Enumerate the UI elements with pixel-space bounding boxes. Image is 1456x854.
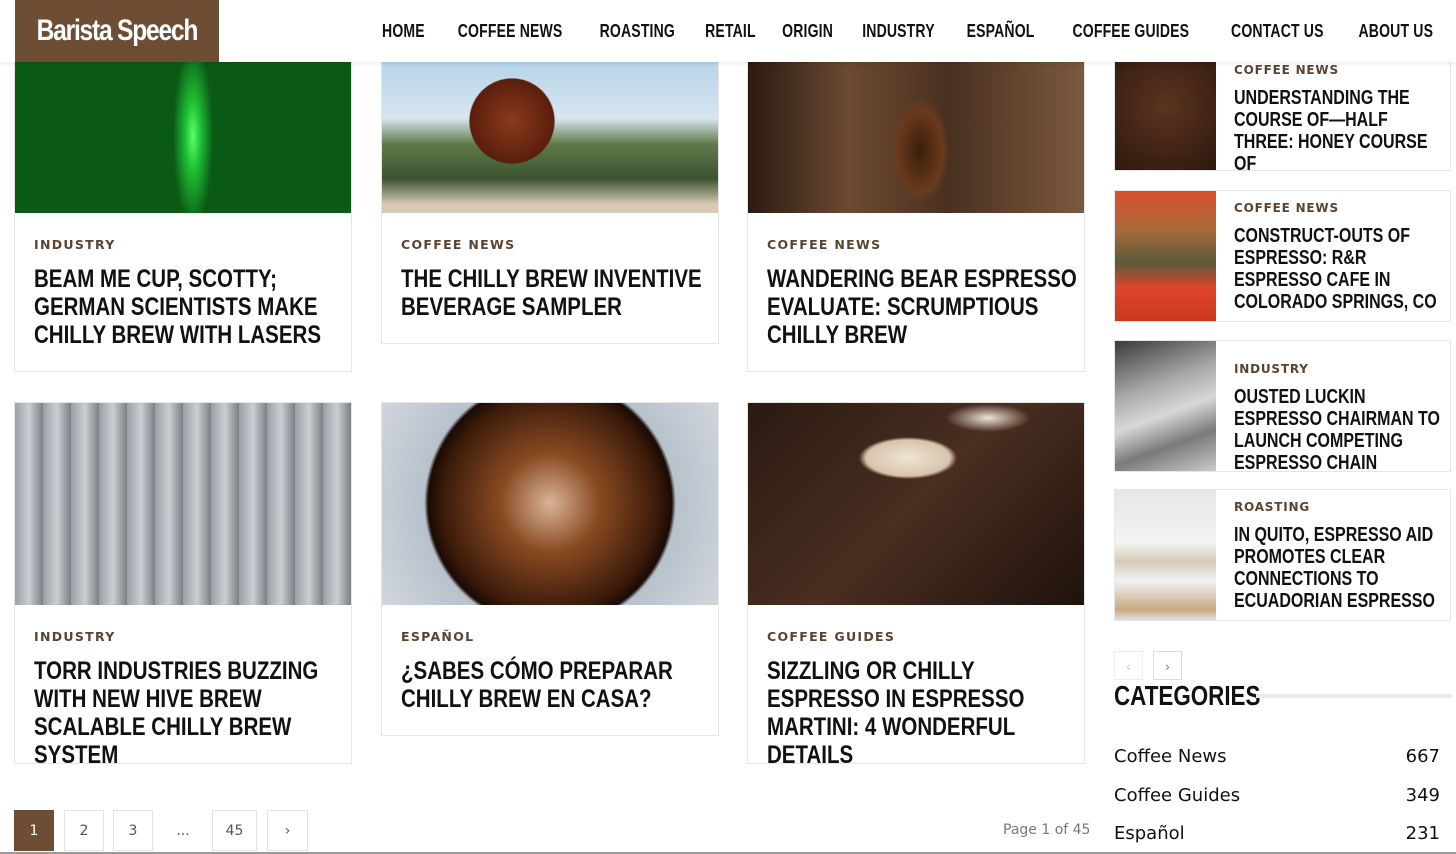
- sidebar-article-category[interactable]: COFFEE NEWS: [1234, 63, 1339, 77]
- sidebar-article-thumb[interactable]: [1115, 341, 1216, 471]
- nav-roasting[interactable]: ROASTING: [591, 21, 685, 42]
- nav-about-us[interactable]: ABOUT US: [1350, 21, 1443, 42]
- site-logo[interactable]: Barista Speech: [15, 0, 219, 62]
- article-title[interactable]: TORR INDUSTRIES BUZZING WITH NEW HIVE BR…: [34, 657, 354, 769]
- article-card[interactable]: INDUSTRY TORR INDUSTRIES BUZZING WITH NE…: [14, 402, 352, 769]
- article-image[interactable]: [382, 41, 718, 213]
- article-title[interactable]: BEAM ME CUP, SCOTTY; GERMAN SCIENTISTS M…: [34, 265, 354, 349]
- nav-origin[interactable]: ORIGIN: [773, 21, 843, 42]
- nav-coffee-news[interactable]: COFFEE NEWS: [449, 21, 572, 42]
- sidebar-article-thumb[interactable]: [1115, 490, 1216, 620]
- article-category[interactable]: COFFEE NEWS: [767, 237, 881, 252]
- page-1-button[interactable]: 1: [14, 810, 54, 851]
- article-title[interactable]: WANDERING BEAR ESPRESSO EVALUATE: SCRUMP…: [767, 265, 1087, 349]
- article-title[interactable]: SIZZLING OR CHILLY ESPRESSO IN ESPRESSO …: [767, 657, 1087, 769]
- sidebar-article-category[interactable]: ROASTING: [1234, 500, 1310, 514]
- page-3-button[interactable]: 3: [113, 810, 153, 851]
- article-category[interactable]: ESPAÑOL: [401, 629, 474, 644]
- sidebar-article-thumb[interactable]: [1115, 191, 1216, 321]
- nav-coffee-guides[interactable]: COFFEE GUIDES: [1063, 21, 1198, 42]
- sidebar-article-title[interactable]: CONSTRUCT-OUTS OF ESPRESSO: R&R ESPRESSO…: [1234, 225, 1450, 313]
- article-category[interactable]: COFFEE NEWS: [401, 237, 515, 252]
- article-category[interactable]: INDUSTRY: [34, 629, 116, 644]
- category-link-coffee-news[interactable]: Coffee News 667: [1114, 746, 1440, 767]
- category-link-coffee-guides[interactable]: Coffee Guides 349: [1114, 785, 1440, 806]
- sidebar-article-category[interactable]: COFFEE NEWS: [1234, 201, 1339, 215]
- category-count: 349: [1405, 785, 1440, 806]
- sidebar-article[interactable]: COFFEE NEWS CONSTRUCT-OUTS OF ESPRESSO: …: [1114, 190, 1451, 322]
- article-image[interactable]: [15, 403, 351, 605]
- article-card[interactable]: COFFEE GUIDES SIZZLING OR CHILLY ESPRESS…: [747, 402, 1085, 769]
- sidebar-article[interactable]: INDUSTRY OUSTED LUCKIN ESPRESSO CHAIRMAN…: [1114, 340, 1451, 474]
- article-title[interactable]: ¿SABES CÓMO PREPARAR CHILLY BREW EN CASA…: [401, 657, 721, 713]
- nav-contact-us[interactable]: CONTACT US: [1221, 21, 1332, 42]
- page-45-button[interactable]: 45: [212, 810, 257, 851]
- chevron-left-icon: ‹: [1126, 657, 1131, 674]
- nav-espanol[interactable]: ESPAÑOL: [957, 21, 1044, 42]
- nav-home[interactable]: HOME: [373, 21, 434, 42]
- sidebar-article[interactable]: ROASTING IN QUITO, ESPRESSO AID PROMOTES…: [1114, 489, 1451, 621]
- category-name[interactable]: Español: [1114, 823, 1185, 844]
- categories-heading: CATEGORIES: [1114, 680, 1261, 711]
- page-2-button[interactable]: 2: [64, 810, 104, 851]
- article-image[interactable]: [748, 403, 1084, 605]
- category-name[interactable]: Coffee Guides: [1114, 785, 1240, 806]
- category-count: 231: [1405, 823, 1440, 844]
- article-image[interactable]: [15, 41, 351, 213]
- article-card[interactable]: INDUSTRY BEAM ME CUP, SCOTTY; GERMAN SCI…: [14, 40, 352, 372]
- chevron-right-icon: ›: [1165, 657, 1170, 674]
- article-card[interactable]: ESPAÑOL ¿SABES CÓMO PREPARAR CHILLY BREW…: [381, 402, 719, 736]
- chevron-right-icon: ›: [284, 822, 291, 839]
- next-page-button[interactable]: ›: [267, 810, 308, 851]
- site-header: Barista Speech HOME COFFEE NEWS ROASTING…: [0, 0, 1456, 62]
- sidebar-article-title[interactable]: IN QUITO, ESPRESSO AID PROMOTES CLEAR CO…: [1234, 524, 1450, 612]
- article-card[interactable]: COFFEE NEWS WANDERING BEAR ESPRESSO EVAL…: [747, 40, 1085, 372]
- sidebar-article-title[interactable]: OUSTED LUCKIN ESPRESSO CHAIRMAN TO LAUNC…: [1234, 386, 1450, 474]
- nav-retail[interactable]: RETAIL: [696, 21, 765, 42]
- category-link-espanol[interactable]: Español 231: [1114, 823, 1440, 844]
- article-image[interactable]: [748, 41, 1084, 213]
- category-name[interactable]: Coffee News: [1114, 746, 1227, 767]
- article-category[interactable]: INDUSTRY: [34, 237, 116, 252]
- article-category[interactable]: COFFEE GUIDES: [767, 629, 895, 644]
- article-title[interactable]: THE CHILLY BREW INVENTIVE BEVERAGE SAMPL…: [401, 265, 721, 321]
- heading-divider: [1256, 694, 1452, 698]
- sidebar-article-title[interactable]: UNDERSTANDING THE COURSE OF—HALF THREE: …: [1234, 87, 1450, 175]
- sidebar-next-button[interactable]: ›: [1153, 651, 1182, 680]
- category-count: 667: [1405, 746, 1440, 767]
- article-image[interactable]: [382, 403, 718, 605]
- sidebar-article-category[interactable]: INDUSTRY: [1234, 362, 1309, 376]
- page-ellipsis: ...: [176, 822, 190, 839]
- article-card[interactable]: COFFEE NEWS THE CHILLY BREW INVENTIVE BE…: [381, 40, 719, 344]
- page-info: Page 1 of 45: [1003, 822, 1091, 838]
- nav-industry[interactable]: INDUSTRY: [853, 21, 944, 42]
- main-nav: HOME COFFEE NEWS ROASTING RETAIL ORIGIN …: [370, 0, 1450, 62]
- sidebar-prev-button[interactable]: ‹: [1114, 651, 1143, 680]
